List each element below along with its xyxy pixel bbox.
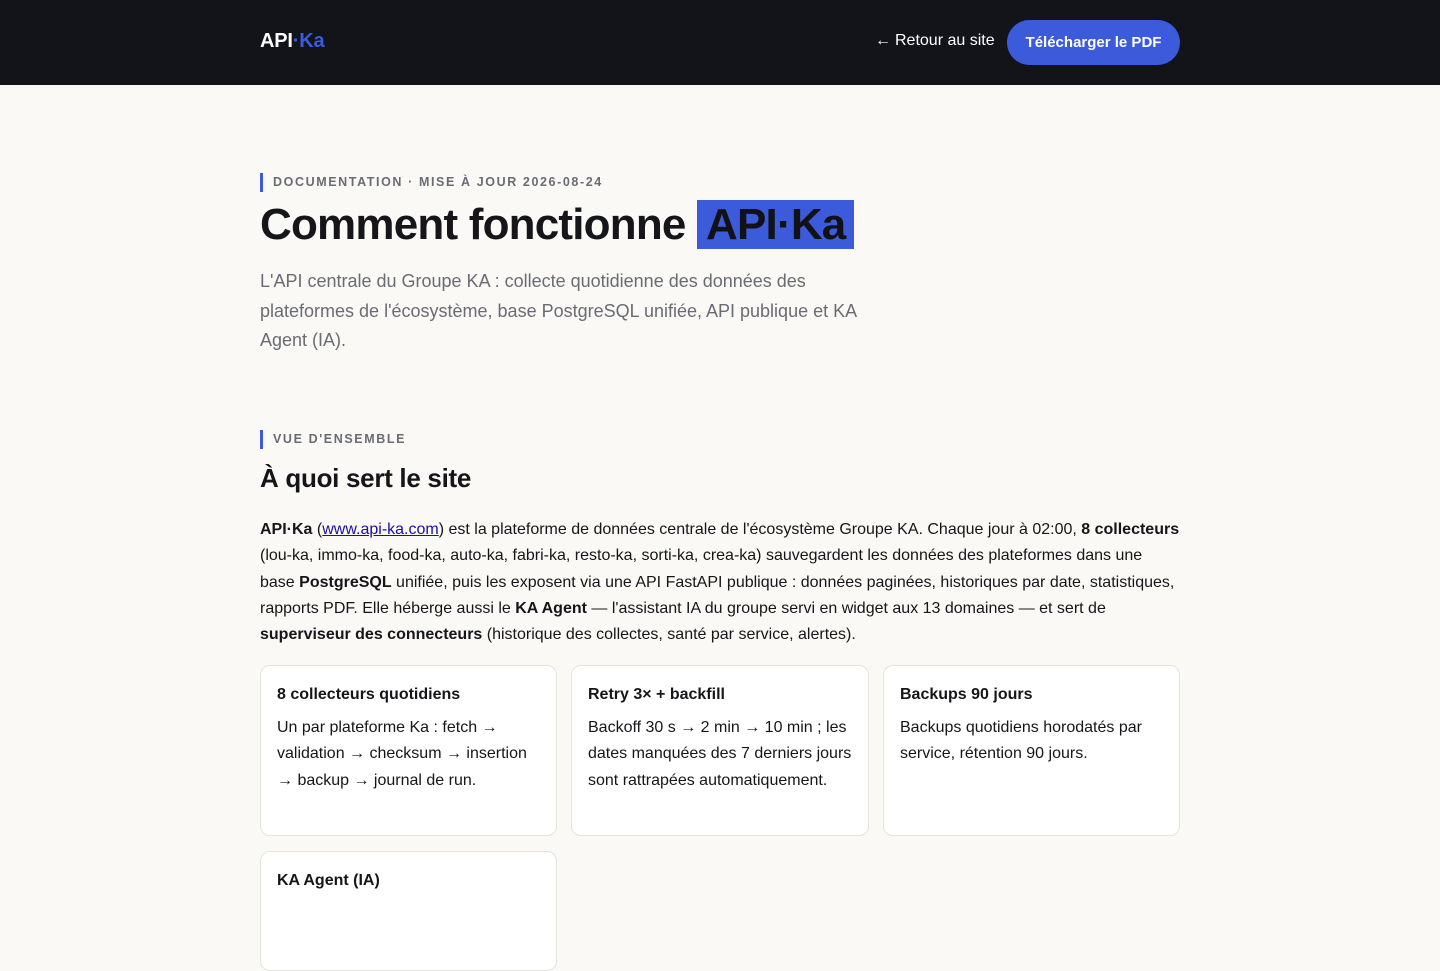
page-title-highlight: API·Ka <box>697 200 855 249</box>
overview-eyebrow: VUE D'ENSEMBLE <box>260 430 406 449</box>
overview-section-title: À quoi sert le site <box>260 463 472 493</box>
feature-card-text: Un par plateforme Ka : fetch → validatio… <box>277 719 527 789</box>
top-navigation-bar: API·Ka ← Retour au site Télécharger le PD… <box>0 0 1440 85</box>
arrow-left-icon: ← <box>875 32 891 49</box>
feature-card-ka-agent: KA Agent (IA) <box>260 851 557 971</box>
page-title-prefix: Comment fonctionne <box>260 200 686 249</box>
hero-eyebrow: DOCUMENTATION · MISE À JOUR 2026-08-24 <box>260 173 603 192</box>
logo-main-text: API <box>260 30 293 52</box>
feature-card-title: Backups 90 jours <box>900 686 1033 703</box>
intro-bold-supervisor: superviseur des connecteurs <box>260 626 483 644</box>
intro-open-paren: ( <box>312 521 323 538</box>
page-title: Comment fonctionne API·Ka <box>260 197 855 253</box>
intro-bold-collectors: 8 collecteurs <box>1081 521 1180 538</box>
feature-card-text: Backups quotidiens horodatés par service… <box>900 719 1142 763</box>
back-to-site-label: Retour au site <box>895 32 995 49</box>
api-ka-website-link[interactable]: www.api-ka.com <box>322 521 438 538</box>
intro-bold-postgresql: PostgreSQL <box>299 573 392 591</box>
page-subtitle: L'API centrale du Groupe KA : collecte q… <box>260 271 857 350</box>
feature-card-retry: Retry 3× + backfill Backoff 30 s → 2 min… <box>571 665 869 836</box>
feature-card-title: KA Agent (IA) <box>277 872 380 889</box>
intro-bold-ka-agent: KA Agent <box>515 599 587 617</box>
download-pdf-button[interactable]: Télécharger le PDF <box>1007 20 1180 65</box>
overview-intro-paragraph: API·Ka (www.api-ka.com) est la plateform… <box>260 517 1180 648</box>
intro-brand: API·Ka <box>260 521 313 538</box>
intro-text-1: ) est la plateforme de données centrale … <box>438 521 1082 538</box>
site-logo[interactable]: API·Ka <box>260 30 325 53</box>
intro-text-5: (historique des collectes, santé par ser… <box>482 626 856 644</box>
feature-card-backups: Backups 90 jours Backups quotidiens horo… <box>883 665 1180 836</box>
back-to-site-link[interactable]: ← Retour au site <box>875 32 995 50</box>
feature-card-title: Retry 3× + backfill <box>588 686 725 703</box>
logo-accent-text: ·Ka <box>292 30 325 52</box>
intro-text-4: — l'assistant IA du groupe servi en widg… <box>586 599 1106 617</box>
feature-card-text: Backoff 30 s → 2 min → 10 min ; les date… <box>588 719 852 789</box>
feature-card-collectors: 8 collecteurs quotidiens Un par platefor… <box>260 665 557 836</box>
feature-card-title: 8 collecteurs quotidiens <box>277 686 461 703</box>
